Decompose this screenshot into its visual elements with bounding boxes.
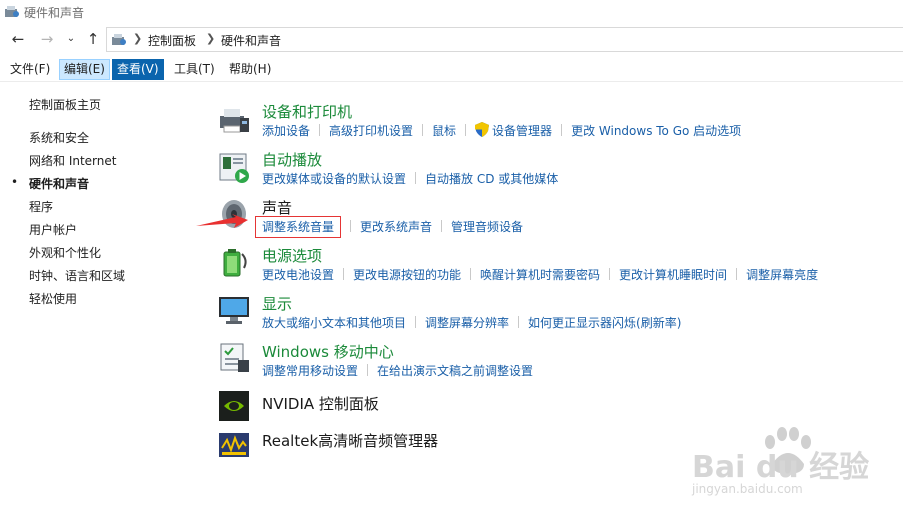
- menu-bar: 文件(F) 编辑(E) 查看(V) 工具(T) 帮助(H): [0, 57, 903, 82]
- sidebar-item-accounts[interactable]: 用户帐户: [29, 221, 77, 238]
- autoplay-icon[interactable]: [218, 152, 250, 184]
- sidebar-item-hardware[interactable]: 硬件和声音: [29, 175, 89, 192]
- link-autoplay-cd[interactable]: 自动播放 CD 或其他媒体: [425, 172, 558, 186]
- link-brightness[interactable]: 调整屏幕亮度: [746, 268, 818, 282]
- address-bar[interactable]: ❯ 控制面板 ❯ 硬件和声音: [106, 27, 903, 52]
- watermark-url: jingyan.baidu.com: [692, 482, 803, 496]
- menu-edit[interactable]: 编辑(E): [59, 59, 110, 80]
- link-audio-devices[interactable]: 管理音频设备: [451, 220, 523, 234]
- breadcrumb-hardware-sound[interactable]: 硬件和声音: [221, 32, 281, 49]
- mobility-center-icon[interactable]: [218, 342, 250, 374]
- control-panel-icon: [5, 6, 19, 17]
- arrow-right-icon[interactable]: →: [38, 30, 56, 48]
- control-panel-icon: [112, 34, 126, 45]
- breadcrumb-control-panel[interactable]: 控制面板: [148, 32, 196, 49]
- links-mobility: 调整常用移动设置 在给出演示文稿之前调整设置: [262, 362, 533, 379]
- baidu-watermark: Bai du 经验 jingyan.baidu.com: [688, 420, 888, 510]
- menu-tools[interactable]: 工具(T): [170, 59, 219, 80]
- red-arrow-icon: [196, 214, 248, 228]
- sidebar-item-clock[interactable]: 时钟、语言和区域: [29, 267, 125, 284]
- link-media-defaults[interactable]: 更改媒体或设备的默认设置: [262, 172, 406, 186]
- shield-icon: [475, 122, 490, 137]
- link-adjust-volume[interactable]: 调整系统音量: [255, 216, 342, 238]
- printer-icon[interactable]: [218, 104, 250, 136]
- watermark-brand: Bai du 经验: [692, 450, 870, 485]
- link-presentation-settings[interactable]: 在给出演示文稿之前调整设置: [377, 364, 533, 378]
- sidebar-item-ease[interactable]: 轻松使用: [29, 290, 77, 307]
- link-power-button[interactable]: 更改电源按钮的功能: [353, 268, 461, 282]
- link-resolution[interactable]: 调整屏幕分辨率: [425, 316, 509, 330]
- sidebar-home[interactable]: 控制面板主页: [29, 96, 101, 113]
- breadcrumb-separator-icon: ❯: [133, 32, 143, 45]
- link-device-manager[interactable]: 设备管理器: [492, 124, 552, 138]
- arrow-left-icon[interactable]: ←: [9, 30, 27, 48]
- link-advanced-printer[interactable]: 高级打印机设置: [329, 124, 413, 138]
- link-wake-password[interactable]: 唤醒计算机时需要密码: [480, 268, 600, 282]
- nvidia-icon[interactable]: [218, 390, 250, 422]
- category-title-autoplay[interactable]: 自动播放: [262, 149, 322, 170]
- chevron-down-icon[interactable]: ⌄: [62, 30, 80, 48]
- menu-help[interactable]: 帮助(H): [225, 59, 275, 80]
- link-text-size[interactable]: 放大或缩小文本和其他项目: [262, 316, 406, 330]
- title-bar: 硬件和声音: [0, 0, 903, 24]
- category-title-realtek[interactable]: Realtek高清晰音频管理器: [262, 430, 438, 451]
- monitor-icon[interactable]: [218, 294, 250, 326]
- realtek-icon[interactable]: [218, 430, 250, 462]
- category-title-nvidia[interactable]: NVIDIA 控制面板: [262, 393, 379, 414]
- link-add-device[interactable]: 添加设备: [262, 124, 310, 138]
- links-power: 更改电池设置 更改电源按钮的功能 唤醒计算机时需要密码 更改计算机睡眠时间 调整屏幕亮度: [262, 266, 818, 283]
- links-sound: 调整系统音量 更改系统声音 管理音频设备: [255, 216, 523, 238]
- sidebar-item-network[interactable]: 网络和 Internet: [29, 152, 116, 169]
- sidebar-item-programs[interactable]: 程序: [29, 198, 53, 215]
- link-battery-settings[interactable]: 更改电池设置: [262, 268, 334, 282]
- category-title-power[interactable]: 电源选项: [262, 245, 322, 266]
- address-row: ← → ⌄ ↑ ❯ 控制面板 ❯ 硬件和声音: [0, 24, 903, 56]
- current-item-bullet: •: [11, 175, 19, 189]
- battery-icon[interactable]: [218, 246, 250, 278]
- category-title-devices[interactable]: 设备和打印机: [262, 101, 352, 122]
- menu-view[interactable]: 查看(V): [112, 59, 164, 80]
- links-display: 放大或缩小文本和其他项目 调整屏幕分辨率 如何更正显示器闪烁(刷新率): [262, 314, 681, 331]
- link-refresh-rate[interactable]: 如何更正显示器闪烁(刷新率): [528, 316, 681, 330]
- category-title-sound[interactable]: 声音: [262, 197, 292, 218]
- link-mouse[interactable]: 鼠标: [432, 124, 456, 138]
- link-change-sounds[interactable]: 更改系统声音: [360, 220, 432, 234]
- links-autoplay: 更改媒体或设备的默认设置 自动播放 CD 或其他媒体: [262, 170, 558, 187]
- arrow-up-icon[interactable]: ↑: [84, 30, 102, 48]
- sidebar-item-security[interactable]: 系统和安全: [29, 129, 89, 146]
- link-sleep-time[interactable]: 更改计算机睡眠时间: [619, 268, 727, 282]
- window-title: 硬件和声音: [24, 6, 85, 20]
- sidebar-item-appearance[interactable]: 外观和个性化: [29, 244, 101, 261]
- links-devices: 添加设备 高级打印机设置 鼠标 设备管理器 更改 Windows To Go 启动选项: [262, 122, 741, 139]
- breadcrumb-separator-icon: ❯: [206, 32, 216, 45]
- link-mobility-settings[interactable]: 调整常用移动设置: [262, 364, 358, 378]
- category-title-mobility[interactable]: Windows 移动中心: [262, 341, 394, 362]
- link-windows-to-go[interactable]: 更改 Windows To Go 启动选项: [571, 124, 741, 138]
- category-title-display[interactable]: 显示: [262, 293, 292, 314]
- menu-file[interactable]: 文件(F): [6, 59, 54, 80]
